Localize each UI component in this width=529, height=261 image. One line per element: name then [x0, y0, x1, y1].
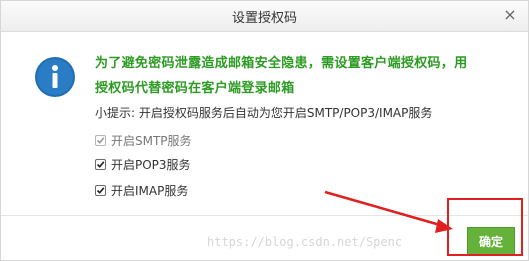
close-button[interactable]: ×	[500, 5, 520, 25]
pop3-option[interactable]: 开启POP3服务	[95, 156, 191, 172]
auth-code-dialog: 设置授权码 × 为了避免密码泄露造成邮箱安全隐患，需设置客户端授权码，用 授权码…	[0, 0, 529, 261]
smtp-checkbox	[95, 134, 106, 146]
headline-line-1: 为了避免密码泄露造成邮箱安全隐患，需设置客户端授权码，用	[95, 56, 468, 71]
dialog-title: 设置授权码	[231, 11, 297, 26]
info-icon	[34, 56, 76, 98]
pop3-label: 开启POP3服务	[111, 157, 191, 172]
smtp-label: 开启SMTP服务	[111, 133, 192, 148]
dialog-titlebar: 设置授权码 ×	[1, 1, 528, 32]
pop3-checkbox[interactable]	[95, 158, 106, 170]
headline-line-2: 授权码代替密码在客户端登录邮箱	[95, 81, 295, 96]
smtp-option: 开启SMTP服务	[95, 132, 192, 148]
imap-option[interactable]: 开启IMAP服务	[95, 182, 188, 198]
imap-label: 开启IMAP服务	[111, 183, 189, 198]
imap-checkbox[interactable]	[95, 184, 106, 196]
watermark-text: https://blog.csdn.net/Spenc	[207, 235, 403, 249]
highlight-box	[447, 198, 523, 256]
tip-text: 小提示: 开启授权码服务后自动为您开启SMTP/POP3/IMAP服务	[95, 106, 433, 120]
headline-message: 为了避免密码泄露造成邮箱安全隐患，需设置客户端授权码，用 授权码代替密码在客户端…	[95, 51, 510, 101]
